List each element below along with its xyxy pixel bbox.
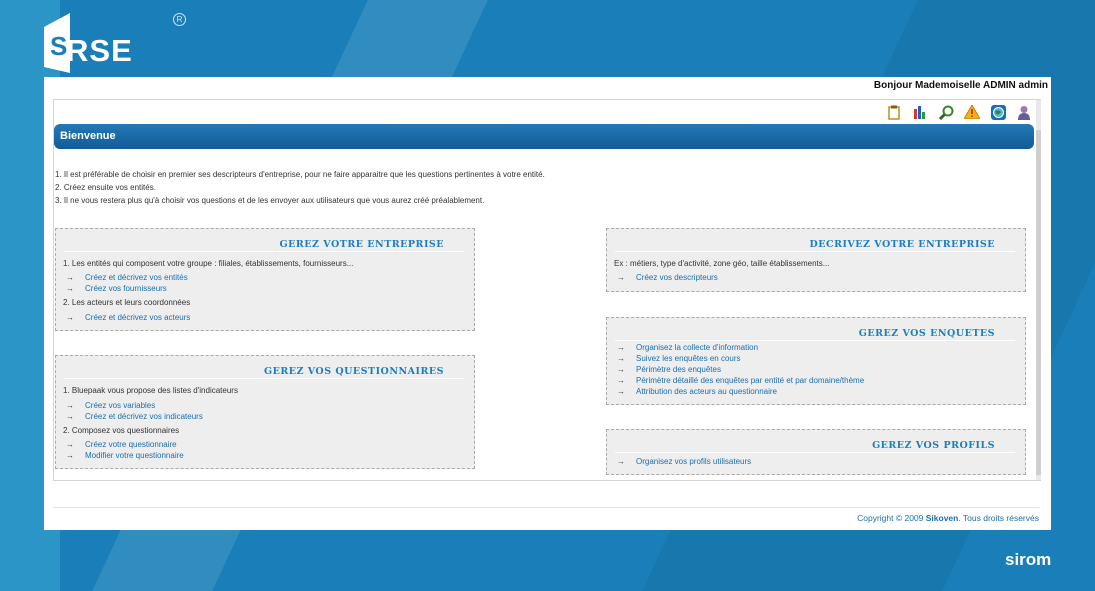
- box-divider: [64, 378, 464, 379]
- link-suivez[interactable]: → Suivez les enquêtes en cours: [617, 354, 741, 363]
- arrow-icon: →: [617, 273, 625, 282]
- arrow-icon: →: [66, 273, 74, 282]
- link-label[interactable]: Créez vos variables: [85, 401, 155, 410]
- link-label[interactable]: Créez et décrivez vos entités: [85, 273, 188, 282]
- link-perimetre-detaille[interactable]: → Périmètre détaillé des enquêtes par ent…: [617, 376, 864, 385]
- link-label[interactable]: Suivez les enquêtes en cours: [636, 354, 741, 363]
- arrow-icon: →: [66, 401, 74, 410]
- box-title: GEREZ VOS PROFILS: [872, 440, 995, 451]
- arrow-icon: →: [66, 313, 74, 322]
- copyright-suffix: . Tous droits réservés: [958, 513, 1039, 523]
- box-divider: [615, 251, 1015, 252]
- welcome-title-bar: Bienvenue: [54, 124, 1034, 149]
- arrow-icon: →: [617, 354, 625, 363]
- box-gerez-questionnaires: GEREZ VOS QUESTIONNAIRES 1. Bluepaak vou…: [55, 355, 475, 469]
- welcome-title: Bienvenue: [60, 130, 116, 142]
- box-decrivez-entreprise: DECRIVEZ VOTRE ENTREPRISE Ex : métiers, …: [606, 228, 1026, 292]
- link-modifier-questionnaire[interactable]: → Modifier votre questionnaire: [66, 451, 184, 460]
- intro-line: 3. Il ne vous restera plus qu'à choisir …: [55, 196, 485, 205]
- arrow-icon: →: [66, 284, 74, 293]
- arrow-icon: →: [617, 457, 625, 466]
- link-label[interactable]: Créez et décrivez vos indicateurs: [85, 412, 203, 421]
- intro-line: 2. Créez ensuite vos entités.: [55, 183, 156, 192]
- clipboard-icon[interactable]: [886, 104, 902, 120]
- toolbar: [886, 104, 1032, 120]
- box-title: GEREZ VOS QUESTIONNAIRES: [263, 366, 444, 377]
- link-label[interactable]: Périmètre détaillé des enquêtes par enti…: [636, 376, 864, 385]
- link-label[interactable]: Organisez la collecte d'information: [636, 343, 758, 352]
- company-link[interactable]: Sikoven: [926, 513, 959, 523]
- logo-text: RSE: [66, 33, 133, 68]
- link-label[interactable]: Créez votre questionnaire: [85, 440, 177, 449]
- arrow-icon: →: [66, 451, 74, 460]
- box-text: 2. Les acteurs et leurs coordonnées: [63, 298, 191, 307]
- warning-icon[interactable]: [964, 104, 980, 120]
- box-text: Ex : métiers, type d'activité, zone géo,…: [614, 259, 830, 268]
- rse-logo[interactable]: S RSE R: [42, 13, 192, 75]
- arrow-icon: →: [617, 365, 625, 374]
- registered-mark: R: [173, 13, 186, 26]
- link-label[interactable]: Attribution des acteurs au questionnaire: [636, 387, 777, 396]
- link-perimetre[interactable]: → Périmètre des enquêtes: [617, 365, 721, 374]
- link-acteurs[interactable]: → Créez et décrivez vos acteurs: [66, 313, 190, 322]
- box-divider: [615, 340, 1015, 341]
- footer: Copyright © 2009 Sikoven. Tous droits ré…: [53, 507, 1039, 528]
- box-gerez-entreprise: GEREZ VOTRE ENTREPRISE 1. Les entités qu…: [55, 228, 475, 331]
- scrollbar-thumb[interactable]: [1036, 130, 1041, 475]
- link-creez-questionnaire[interactable]: → Créez votre questionnaire: [66, 440, 177, 449]
- link-label[interactable]: Modifier votre questionnaire: [85, 451, 184, 460]
- box-text: 1. Bluepaak vous propose des listes d'in…: [63, 386, 238, 395]
- arrow-icon: →: [66, 440, 74, 449]
- link-label[interactable]: Créez vos fournisseurs: [85, 284, 167, 293]
- link-label[interactable]: Organisez vos profils utilisateurs: [636, 457, 751, 466]
- arrow-icon: →: [66, 412, 74, 421]
- box-title: GEREZ VOTRE ENTREPRISE: [279, 239, 444, 250]
- copyright-prefix: Copyright © 2009: [857, 513, 926, 523]
- box-divider: [64, 251, 464, 252]
- arrow-icon: →: [617, 387, 625, 396]
- box-gerez-enquetes: GEREZ VOS ENQUETES → Organisez la collect…: [606, 317, 1026, 405]
- user-greeting: Bonjour Mademoiselle ADMIN admin: [873, 80, 1048, 91]
- link-label[interactable]: Créez et décrivez vos acteurs: [85, 313, 190, 322]
- intro-line: 1. Il est préférable de choisir en premi…: [55, 170, 545, 179]
- content-area: Bienvenue 1. Il est préférable de choisi…: [53, 99, 1041, 481]
- chart-icon[interactable]: [912, 104, 928, 120]
- link-label[interactable]: Créez vos descripteurs: [636, 273, 718, 282]
- box-title: DECRIVEZ VOTRE ENTREPRISE: [809, 239, 995, 250]
- user-icon[interactable]: [1016, 104, 1032, 120]
- globe-icon[interactable]: [990, 104, 1006, 120]
- main-panel: Bonjour Mademoiselle ADMIN admin Bienven…: [44, 77, 1051, 530]
- link-attribution[interactable]: → Attribution des acteurs au questionnair…: [617, 387, 777, 396]
- link-fournisseurs[interactable]: → Créez vos fournisseurs: [66, 284, 167, 293]
- box-title: GEREZ VOS ENQUETES: [858, 328, 995, 339]
- copyright: Copyright © 2009 Sikoven. Tous droits ré…: [857, 513, 1039, 523]
- box-gerez-profils: GEREZ VOS PROFILS → Organisez vos profils…: [606, 429, 1026, 475]
- link-profils[interactable]: → Organisez vos profils utilisateurs: [617, 457, 751, 466]
- link-entites[interactable]: → Créez et décrivez vos entités: [66, 273, 188, 282]
- search-icon[interactable]: [938, 104, 954, 120]
- arrow-icon: →: [617, 343, 625, 352]
- intro-text: 1. Il est préférable de choisir en premi…: [55, 168, 545, 207]
- link-label[interactable]: Périmètre des enquêtes: [636, 365, 721, 374]
- box-text: 1. Les entités qui composent votre group…: [63, 259, 354, 268]
- link-descripteurs[interactable]: → Créez vos descripteurs: [617, 273, 718, 282]
- box-divider: [615, 452, 1015, 453]
- box-text: 2. Composez vos questionnaires: [63, 426, 180, 435]
- svg-text:S: S: [50, 31, 67, 61]
- sirom-logo[interactable]: sirom: [1005, 550, 1051, 570]
- link-variables[interactable]: → Créez vos variables: [66, 401, 155, 410]
- link-indicateurs[interactable]: → Créez et décrivez vos indicateurs: [66, 412, 203, 421]
- link-collecte[interactable]: → Organisez la collecte d'information: [617, 343, 758, 352]
- arrow-icon: →: [617, 376, 625, 385]
